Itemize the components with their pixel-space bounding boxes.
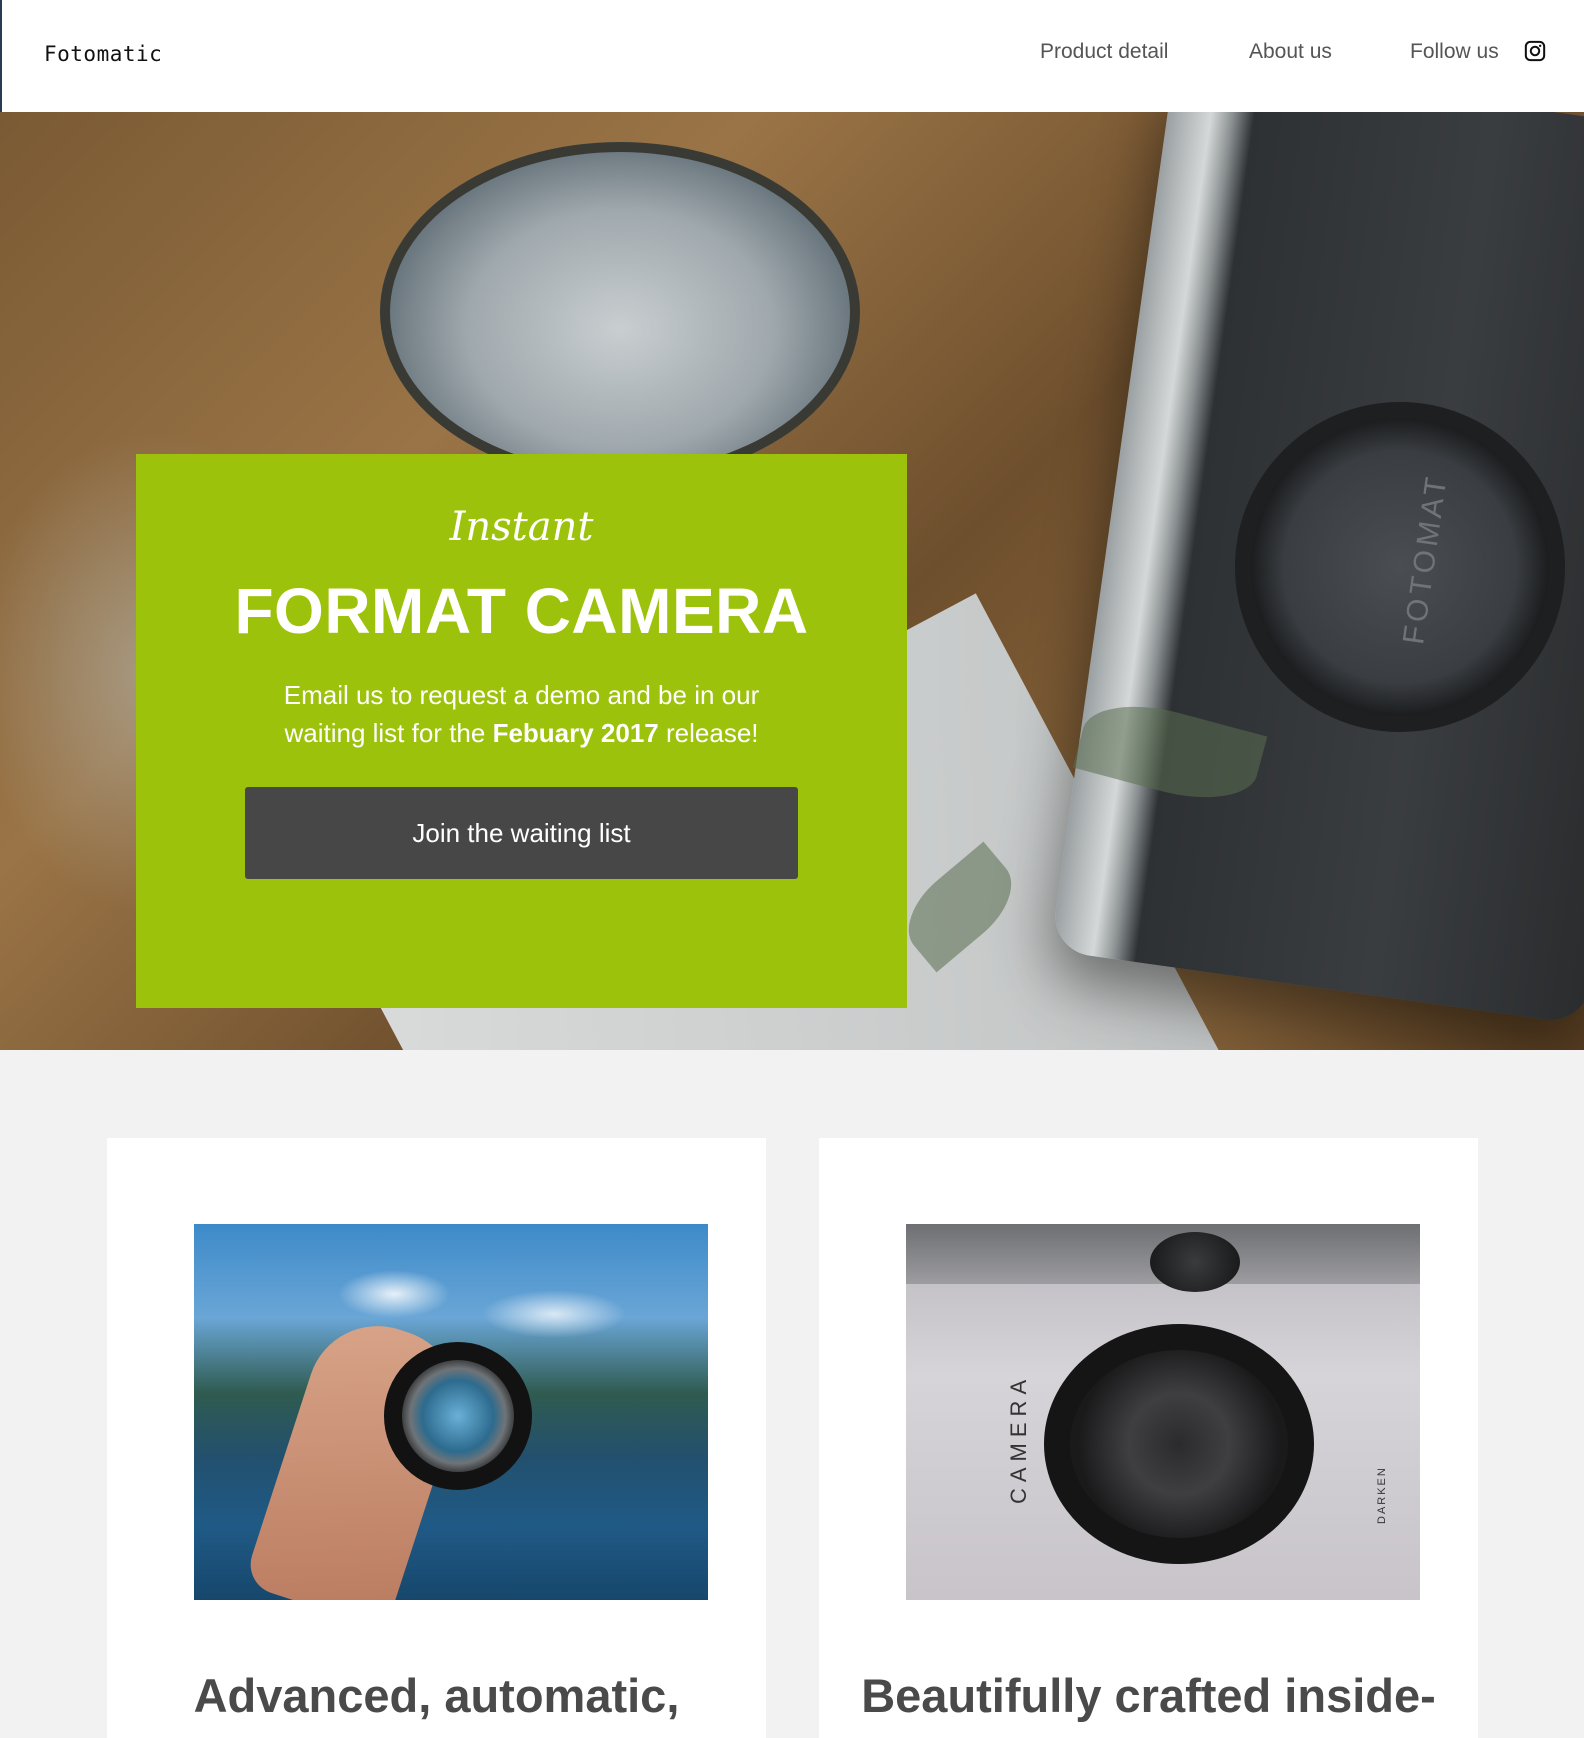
feature-heading: Beautifully crafted inside- [861, 1669, 1436, 1722]
hero-description-end: release! [658, 718, 759, 748]
instagram-icon[interactable] [1524, 40, 1546, 62]
nav-link-product-detail[interactable]: Product detail [1040, 40, 1168, 64]
camera-lens [1044, 1324, 1314, 1564]
camera-darken-text: DARKEN [1376, 1466, 1388, 1524]
brand-logo-text[interactable]: Fotomatic [44, 42, 162, 66]
hero-release-date: Febuary 2017 [492, 718, 659, 748]
camera-dial [1150, 1232, 1240, 1292]
hero-title: FORMAT CAMERA [234, 575, 809, 647]
hero-kicker: Instant [449, 504, 594, 550]
hero-bowl-decoration [380, 142, 860, 482]
feature-card: Advanced, automatic, [107, 1138, 766, 1738]
hero-section: FOTOMAT Instant FORMAT CAMERA Email us t… [0, 112, 1584, 1050]
hero-camera-lens-cap [1235, 402, 1565, 732]
top-navbar: Fotomatic Product detail About us Follow… [0, 0, 1584, 112]
feature-image-vintage-camera: CAMERA DARKEN [906, 1224, 1420, 1600]
feature-heading: Advanced, automatic, [193, 1669, 680, 1722]
feature-card: CAMERA DARKEN Beautifully crafted inside… [819, 1138, 1478, 1738]
camera-label-text: CAMERA [1006, 1373, 1031, 1504]
nav-link-about-us[interactable]: About us [1249, 40, 1332, 64]
join-waiting-list-button[interactable]: Join the waiting list [245, 787, 798, 879]
hero-description: Email us to request a demo and be in our… [256, 676, 787, 752]
hero-promo-card: Instant FORMAT CAMERA Email us to reques… [136, 454, 907, 1008]
lens-ring-shape [384, 1342, 532, 1490]
nav-link-follow-us[interactable]: Follow us [1410, 40, 1499, 64]
feature-image-lens-lake [194, 1224, 708, 1600]
